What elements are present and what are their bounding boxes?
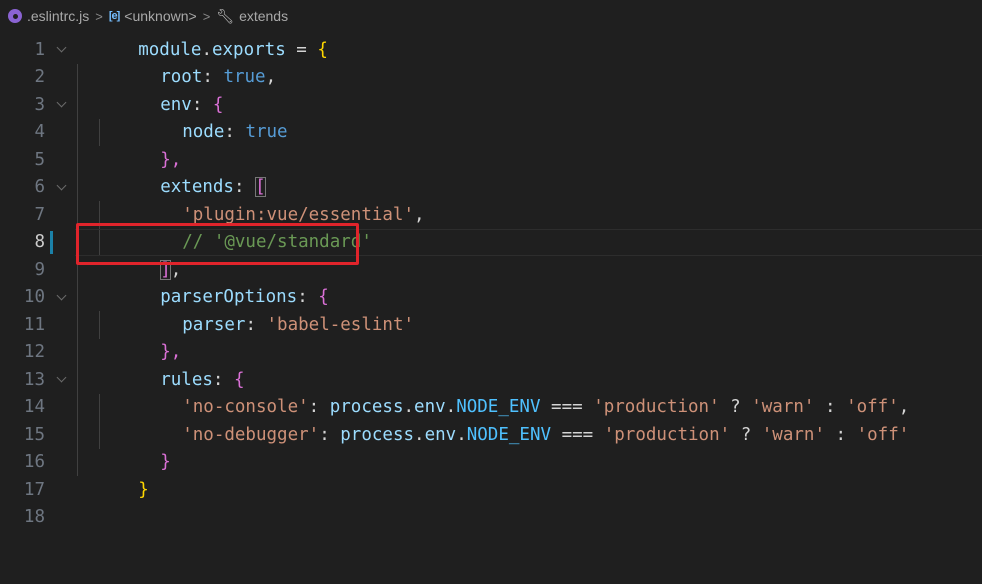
line-number: 12 [23, 342, 45, 363]
line-number: 15 [23, 424, 45, 445]
eslint-file-icon [8, 9, 22, 23]
token: 'off' [856, 424, 910, 445]
line-number: 1 [34, 39, 45, 60]
token: node [182, 122, 225, 143]
fold-chevron-icon[interactable] [56, 97, 67, 108]
token: parser [182, 314, 246, 335]
token: : [824, 424, 857, 445]
token: = [285, 39, 318, 60]
token: true [223, 67, 266, 88]
token: === [551, 424, 604, 445]
code-editor[interactable]: 1 module.exports = { 2 root: true, 3 env… [0, 36, 982, 531]
token: env [424, 424, 457, 445]
token: : [245, 314, 267, 335]
fold-chevron-icon[interactable] [56, 180, 67, 190]
token: { [317, 39, 328, 60]
token: } [160, 452, 171, 473]
line-number: 11 [23, 314, 45, 335]
token: true [245, 122, 288, 143]
annotation-highlight-box [76, 223, 359, 265]
token: } [138, 479, 149, 500]
line-number: 16 [23, 452, 45, 473]
token: 'warn' [761, 424, 825, 445]
token: . [456, 424, 467, 445]
token: : [319, 424, 341, 445]
token: process [340, 424, 415, 445]
token: : [224, 122, 246, 143]
token: ? [730, 424, 762, 445]
token: . [414, 424, 425, 445]
code-line[interactable]: 18 [0, 504, 982, 532]
line-number: 6 [34, 177, 45, 198]
line-number: 13 [23, 369, 45, 390]
token: 'babel-eslint' [266, 314, 415, 335]
fold-chevron-icon[interactable] [56, 290, 67, 300]
token: 'no-debugger' [182, 424, 320, 445]
line-number: 18 [23, 507, 45, 528]
line-number: 2 [34, 67, 45, 88]
line-number: 3 [34, 94, 45, 115]
line-number: 7 [34, 204, 45, 225]
line-number: 17 [23, 479, 45, 500]
line-number: 8 [34, 232, 45, 253]
line-number: 9 [34, 259, 45, 280]
line-number: 10 [23, 287, 45, 308]
line-number: 5 [34, 149, 45, 170]
fold-chevron-icon[interactable] [56, 372, 67, 383]
token: , [414, 204, 425, 225]
code-line[interactable]: 17 } [0, 476, 982, 504]
token: , [265, 67, 277, 88]
fold-chevron-icon[interactable] [56, 42, 67, 53]
token: NODE_ENV [466, 424, 552, 445]
line-number: 14 [23, 397, 45, 418]
token: 'production' [603, 424, 731, 445]
line-number: 4 [34, 122, 45, 143]
